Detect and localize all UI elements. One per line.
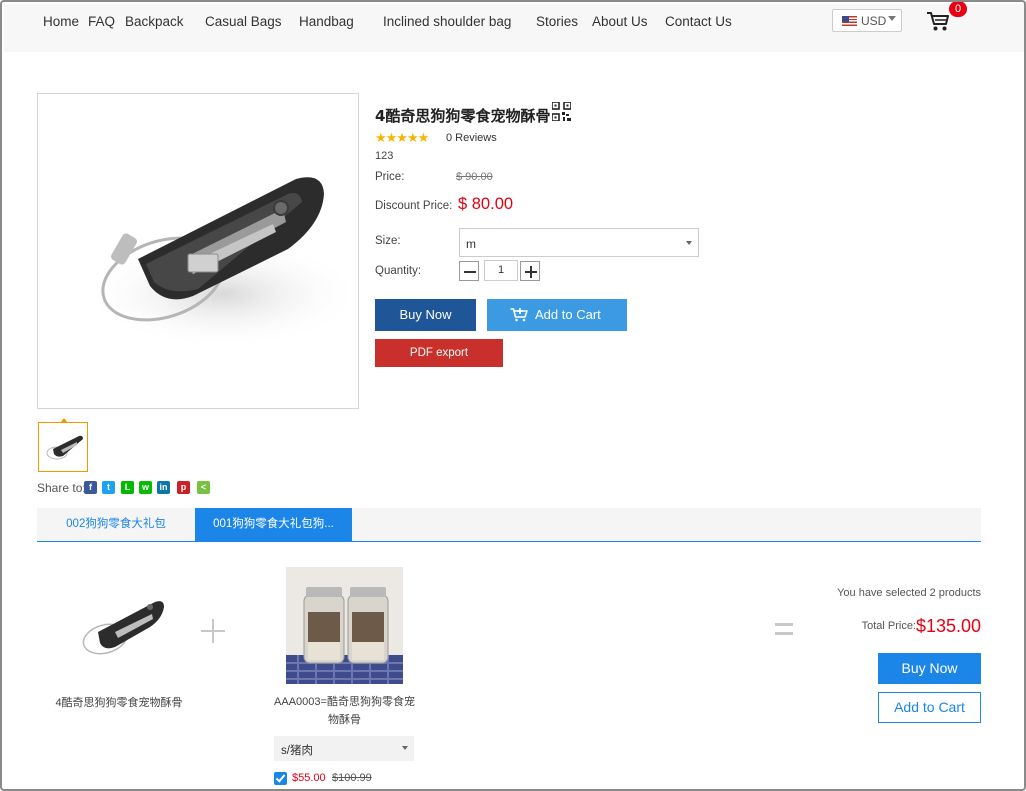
quantity-label: Quantity:	[375, 265, 422, 277]
bundle-item-2-option-select[interactable]: s/猪肉	[274, 736, 414, 761]
nav-inclined-shoulder-bag[interactable]: Inclined shoulder bag	[383, 14, 511, 29]
nav-contact-us[interactable]: Contact Us	[665, 14, 732, 29]
nav-handbag[interactable]: Handbag	[299, 14, 354, 29]
bundle-item-2-image[interactable]	[286, 567, 403, 684]
tab-bundle-001[interactable]: 001狗狗零食大礼包狗...	[195, 508, 352, 541]
rating-stars: ★★★★★	[375, 130, 429, 145]
share-icon[interactable]: <	[197, 481, 210, 494]
product-thumbnail[interactable]	[38, 418, 88, 472]
original-price: $ 90.00	[456, 171, 493, 183]
product-main-image[interactable]	[37, 93, 363, 409]
facebook-icon[interactable]: f	[84, 481, 97, 494]
chevron-down-icon	[686, 241, 692, 245]
nav-backpack[interactable]: Backpack	[125, 14, 184, 29]
nav-about-us[interactable]: About Us	[592, 14, 648, 29]
bundle-selected-count: You have selected 2 products	[837, 587, 981, 599]
add-to-cart-button[interactable]: Add to Cart	[487, 299, 627, 331]
page-frame: Home FAQ Backpack Casual Bags Handbag In…	[0, 0, 1026, 791]
share-label: Share to:	[37, 481, 86, 495]
discount-price: $ 80.00	[458, 195, 514, 213]
quantity-input[interactable]: 1	[484, 260, 518, 281]
qr-code-icon[interactable]	[552, 102, 571, 121]
bundle-item-1-name[interactable]: 4酷奇思狗狗零食宠物酥骨	[42, 694, 196, 710]
chevron-down-icon	[402, 746, 408, 750]
chevron-down-icon	[888, 16, 896, 21]
line-icon[interactable]: L	[121, 481, 134, 494]
bundle-option-value: s/猪肉	[281, 745, 313, 757]
nav-home[interactable]: Home	[43, 14, 79, 29]
nav-stories[interactable]: Stories	[536, 14, 578, 29]
pdf-export-button[interactable]: PDF export	[375, 339, 503, 367]
pinterest-icon[interactable]: p	[177, 481, 190, 494]
total-price-label: Total Price:	[861, 620, 916, 632]
bundle-buy-now-button[interactable]: Buy Now	[878, 653, 981, 684]
discount-price-label: Discount Price:	[375, 200, 453, 212]
bundle-add-to-cart-button[interactable]: Add to Cart	[878, 692, 981, 723]
currency-code: USD	[861, 14, 887, 28]
cart-count-badge: 0	[949, 2, 967, 17]
bundle-item-2-price: $55.00	[292, 772, 326, 784]
linkedin-icon[interactable]: in	[157, 481, 170, 494]
buy-now-button[interactable]: Buy Now	[375, 299, 476, 331]
equals-separator-icon	[775, 623, 793, 637]
plus-separator-icon	[201, 619, 225, 643]
product-title: 4酷奇思狗狗零食宠物酥骨	[375, 107, 551, 125]
quantity-increase-button[interactable]	[520, 261, 540, 281]
reviews-link[interactable]: 0 Reviews	[446, 132, 497, 144]
top-navigation-bar: Home FAQ Backpack Casual Bags Handbag In…	[4, 2, 1024, 52]
nav-faq[interactable]: FAQ	[88, 14, 115, 29]
bundle-item-2-checkbox[interactable]	[274, 772, 287, 785]
quantity-decrease-button[interactable]	[459, 261, 479, 281]
size-label: Size:	[375, 235, 401, 247]
total-price-value: $135.00	[916, 616, 982, 636]
size-select[interactable]: m	[459, 228, 699, 257]
tab-bundle-002[interactable]: 002狗狗零食大礼包	[37, 508, 195, 541]
bundle-tabs: 002狗狗零食大礼包 001狗狗零食大礼包狗...	[37, 508, 981, 542]
us-flag-icon	[842, 16, 857, 26]
product-sku: 123	[375, 150, 394, 162]
price-label: Price:	[375, 171, 405, 183]
bundle-item-1-image[interactable]	[60, 577, 177, 677]
add-to-cart-label: Add to Cart	[535, 307, 601, 322]
bundle-item-2-name[interactable]: AAA0003=酷奇思狗狗零食宠物酥骨	[272, 693, 417, 729]
nav-casual-bags[interactable]: Casual Bags	[205, 14, 282, 29]
twitter-icon[interactable]: t	[102, 481, 115, 494]
cart-add-icon	[510, 308, 528, 322]
cart-icon[interactable]	[926, 10, 950, 32]
size-selected-value: m	[466, 237, 476, 251]
currency-selector[interactable]: USD	[832, 9, 902, 32]
bundle-item-2-old-price: $100.99	[332, 772, 372, 784]
minus-icon	[464, 271, 476, 273]
wechat-icon[interactable]: w	[139, 481, 152, 494]
